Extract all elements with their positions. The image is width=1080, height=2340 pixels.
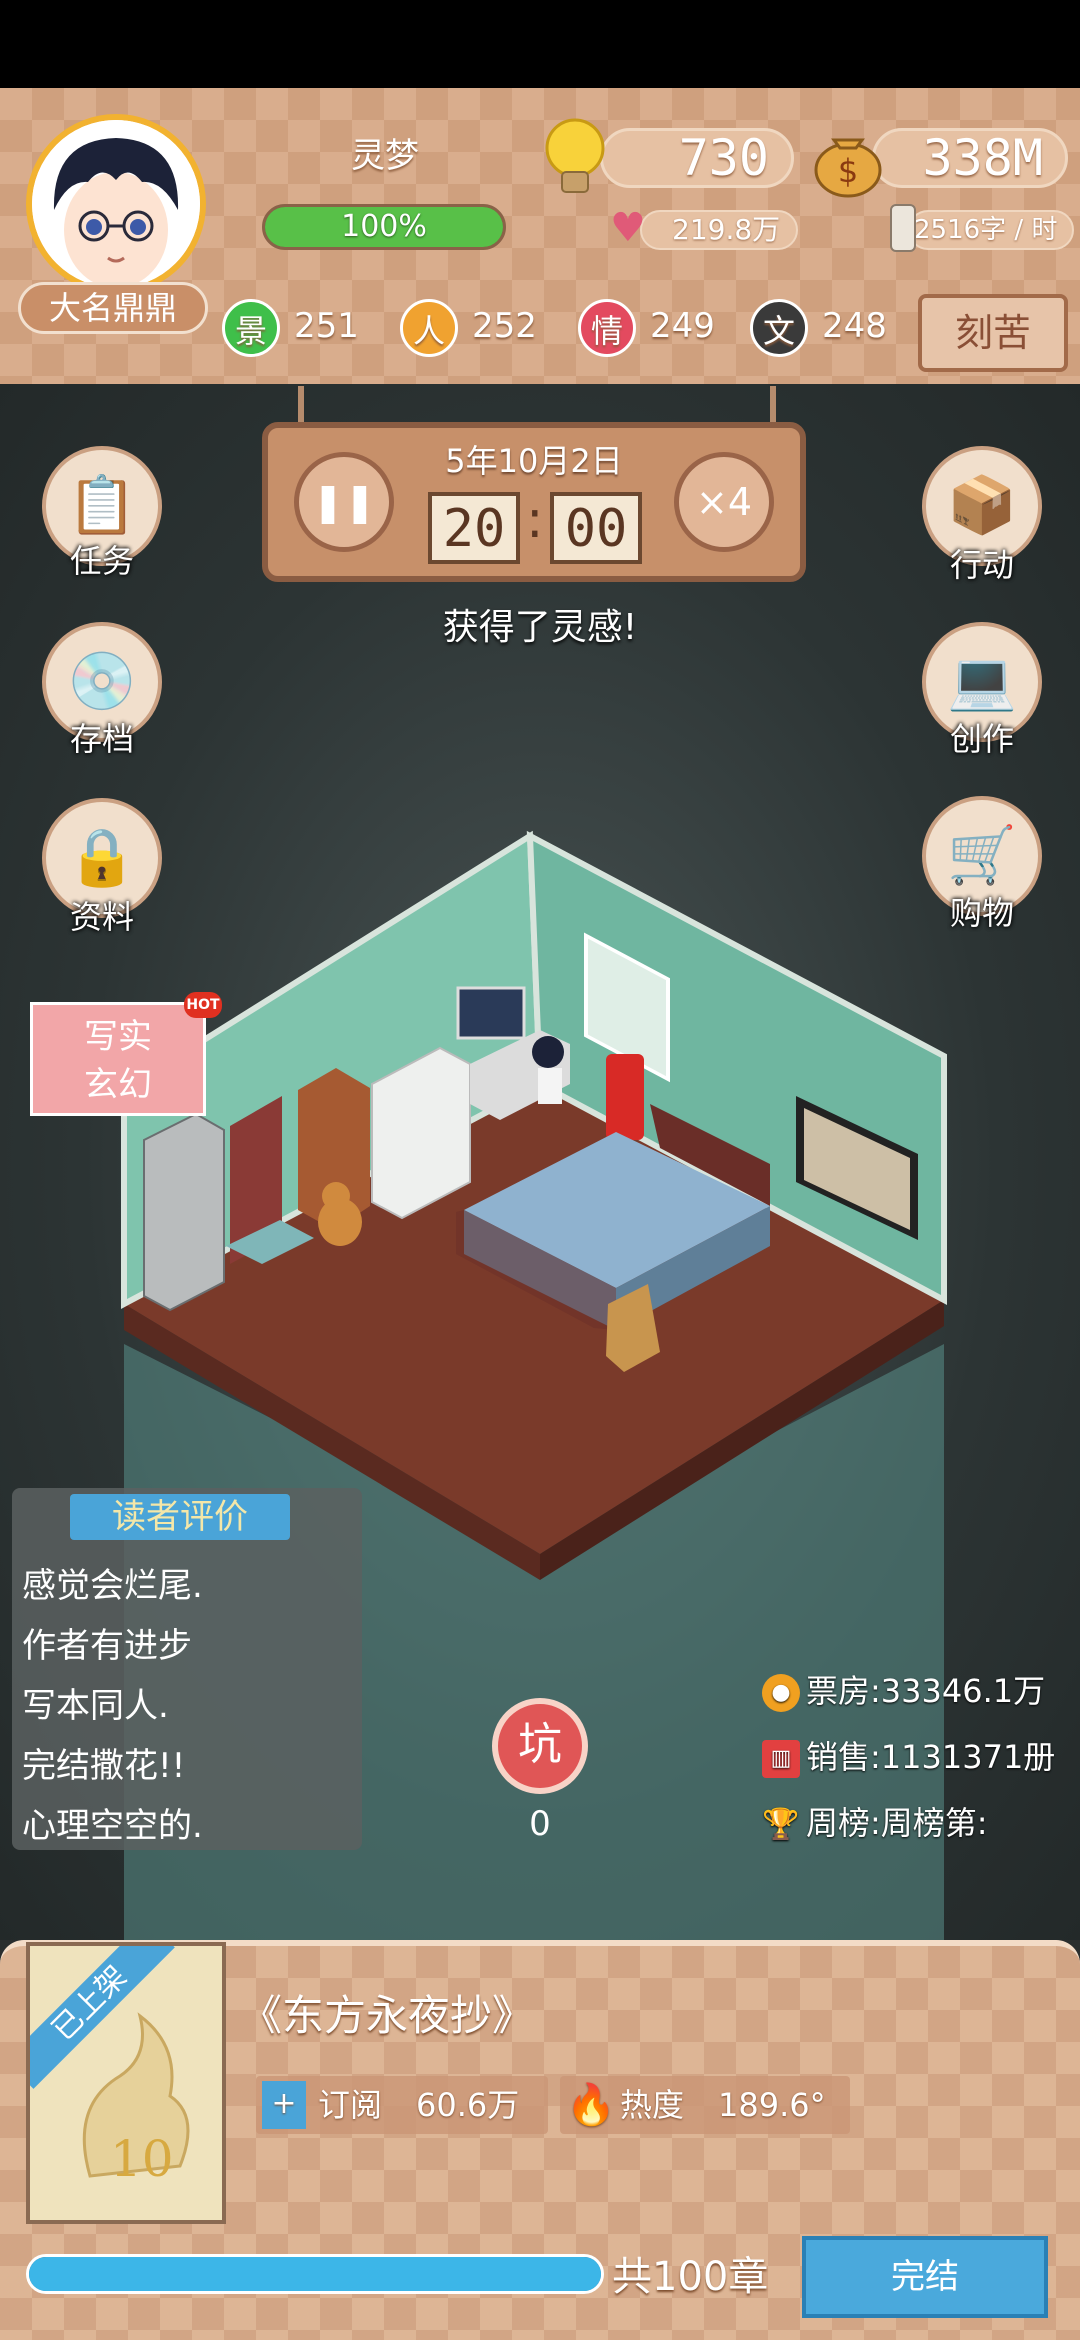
trophy-icon: 🏆 (762, 1807, 800, 1842)
lightbulb-icon (540, 116, 610, 200)
finish-button[interactable]: 完结 (802, 2236, 1048, 2318)
stat-emotion-value: 249 (650, 306, 715, 346)
genre-tag-line1: 写实 (84, 1017, 152, 1057)
review-line: 心理空空的. (22, 1806, 203, 1846)
energy-bar-text: 100% (341, 209, 427, 244)
chapter-count: 共100章 (612, 2254, 769, 2300)
menu-shop-label: 购物 (949, 894, 1014, 932)
film-reel-icon: ● (762, 1674, 800, 1712)
stat-scene-value: 251 (294, 306, 359, 346)
fans-counter: 219.8万 (640, 210, 798, 250)
box-office-value: 票房:33346.1万 (806, 1672, 1046, 1710)
status-bar (0, 0, 1080, 88)
stat-character-icon: 人 (400, 298, 458, 357)
reader-review-title: 读者评价 (70, 1494, 290, 1540)
stat-emotion: 情 249 (578, 296, 715, 357)
subscribe-label: 订阅 (318, 2086, 383, 2124)
review-line: 写本同人. (22, 1686, 169, 1726)
heat-label: 热度 (620, 2086, 685, 2124)
hot-badge: HOT (184, 992, 222, 1018)
ranking-value: 周榜:周榜第: (806, 1804, 988, 1842)
diligence-button[interactable]: 刻苦 (918, 294, 1068, 372)
menu-task-label: 任务 (69, 542, 134, 580)
stat-emotion-icon: 情 (578, 298, 636, 357)
stat-scene-icon: 景 (222, 298, 280, 357)
book-cover[interactable]: 10 已上架 (26, 1942, 226, 2224)
heat-stat: 🔥 热度 189.6° (560, 2076, 850, 2134)
box-office-stat: ● 票房:33346.1万 (762, 1666, 1080, 1712)
stat-scene: 景 251 (222, 296, 359, 357)
sales-stat: ▥ 销售:1131371册 (762, 1732, 1080, 1778)
review-line: 完结撒花!! (22, 1746, 186, 1786)
clock-colon: : (526, 490, 544, 550)
stat-writing-icon: 文 (750, 298, 808, 357)
writing-speed: 2516字 / 时 (908, 210, 1074, 250)
pause-button[interactable]: ❚❚ (294, 452, 394, 552)
books-icon: ▥ (762, 1740, 800, 1778)
heat-value: 189.6° (718, 2086, 826, 2124)
genre-tag-line2: 玄幻 (84, 1065, 152, 1105)
genre-tag-button[interactable]: 写实 玄幻 (30, 1002, 206, 1116)
avatar[interactable] (26, 114, 206, 294)
clock-minute: 00 (550, 492, 642, 564)
ranking-stat: 🏆 周榜:周榜第: (762, 1798, 1080, 1844)
clock-hour: 20 (428, 492, 520, 564)
subscribe-value: 60.6万 (416, 2086, 520, 2124)
menu-save-label: 存档 (69, 720, 134, 758)
svg-text:10: 10 (110, 2130, 174, 2188)
energy-bar: 100% (262, 204, 506, 250)
menu-action-label: 行动 (949, 546, 1014, 584)
flame-icon: 🔥 (566, 2082, 616, 2128)
nickname-plate: 大名鼎鼎 (18, 282, 208, 334)
inspiration-counter: 730 (600, 128, 794, 188)
stat-character: 人 252 (400, 296, 537, 357)
book-title: 《东方永夜抄》 (240, 1991, 535, 2040)
subscribe-stat: + 订阅 60.6万 (256, 2076, 548, 2134)
review-line: 感觉会烂尾. (22, 1566, 203, 1606)
bookmark-icon: + (262, 2081, 306, 2129)
stat-writing-value: 248 (822, 306, 887, 346)
pit-button[interactable]: 坑 (492, 1698, 588, 1794)
player-name: 灵梦 (351, 136, 419, 176)
avatar-portrait-icon (32, 120, 200, 288)
event-message: 获得了灵感! (442, 607, 638, 648)
paper-scroll-icon (890, 204, 916, 252)
pause-icon: ❚❚ (312, 480, 376, 524)
money-bag-icon: $ (810, 118, 886, 198)
menu-create-label: 创作 (949, 720, 1014, 758)
svg-text:$: $ (838, 152, 858, 190)
reader-review-panel (12, 1488, 362, 1850)
stat-character-value: 252 (472, 306, 537, 346)
stat-writing: 文 248 (750, 296, 887, 357)
hearts-icon: ♥ (610, 205, 646, 251)
menu-profile-label: 资料 (69, 898, 134, 936)
sales-value: 销售:1131371册 (806, 1738, 1056, 1776)
money-counter: 338M (872, 128, 1068, 188)
speed-button[interactable]: ×4 (674, 452, 774, 552)
chapter-progress-bar (26, 2254, 604, 2294)
pit-count: 0 (529, 1804, 551, 1844)
chapter-progress-fill (29, 2257, 601, 2291)
review-line: 作者有进步 (22, 1626, 192, 1666)
